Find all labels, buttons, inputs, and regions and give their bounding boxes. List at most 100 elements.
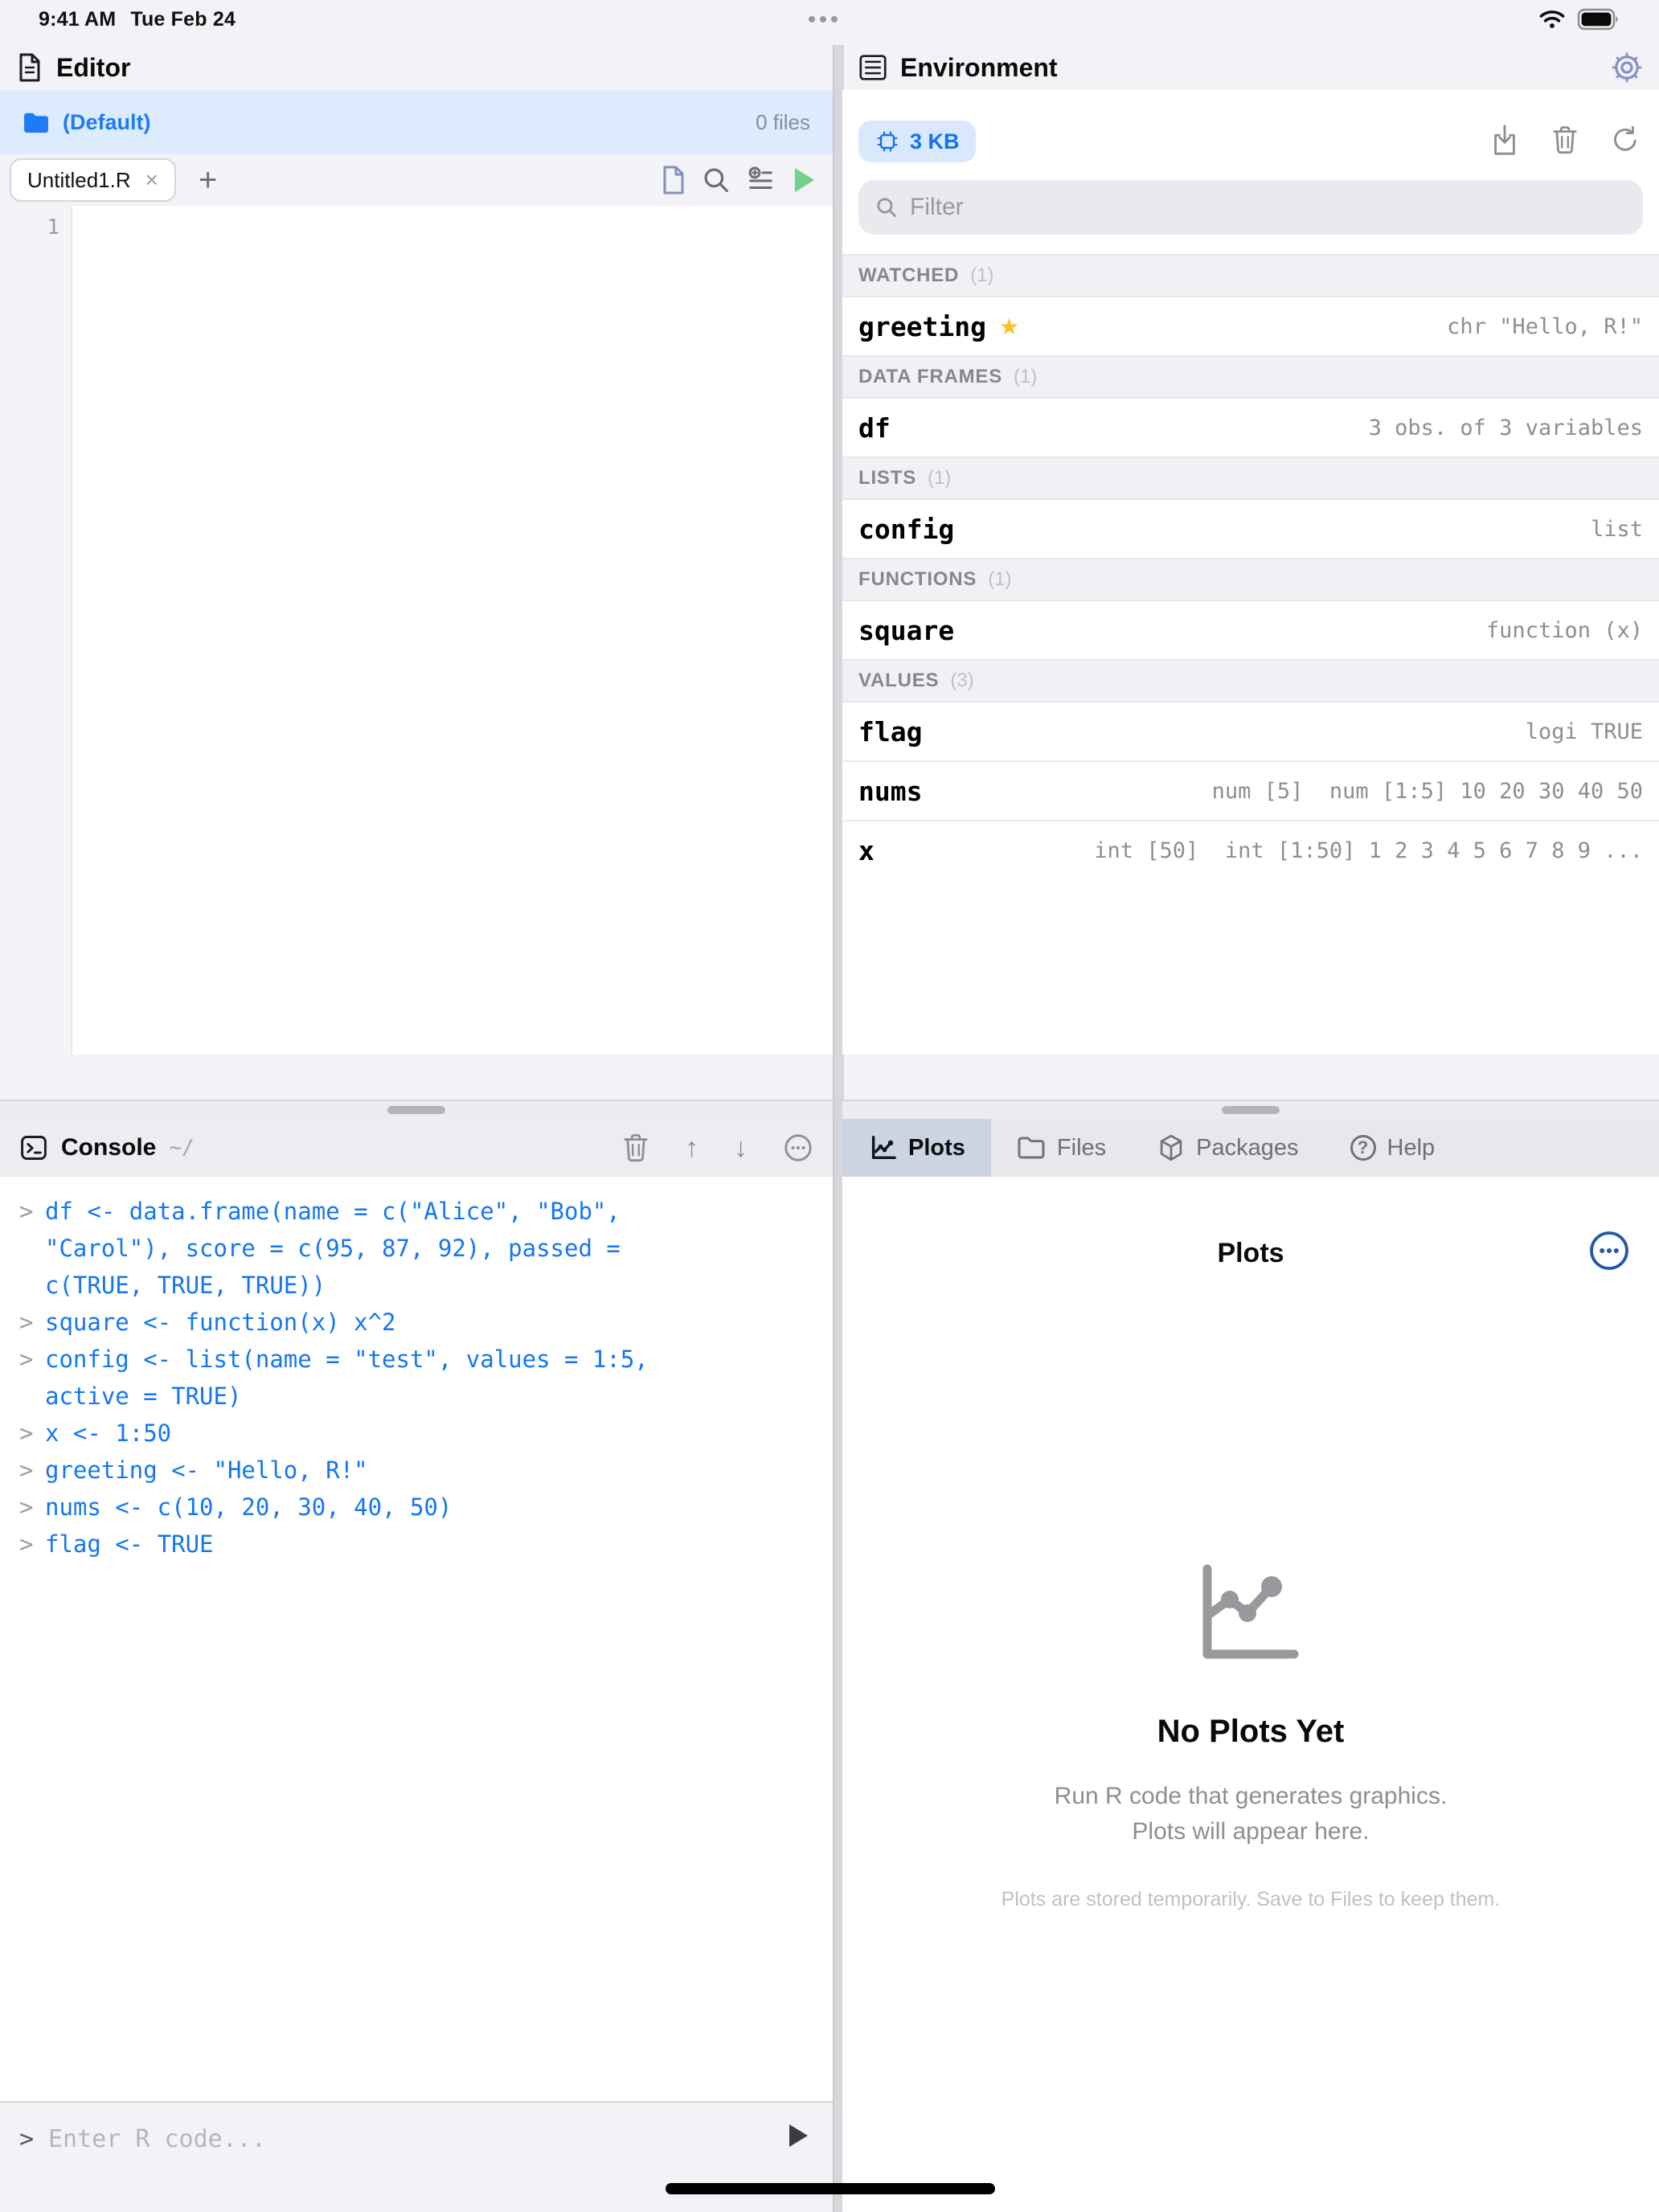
console-actions: ↑ ↓: [622, 1133, 813, 1164]
files-tab-icon: [1017, 1136, 1046, 1160]
document-icon: [16, 52, 43, 83]
clear-console-icon[interactable]: [622, 1133, 649, 1163]
watched-star-icon: ★: [999, 313, 1019, 340]
packages-tab-icon: [1157, 1133, 1185, 1162]
variable-row-config[interactable]: config list: [842, 500, 1659, 558]
tab-files[interactable]: Files: [991, 1119, 1132, 1177]
battery-icon: [1577, 8, 1620, 31]
status-clock: 9:41 AM Tue Feb 24: [39, 8, 250, 31]
workspace-row[interactable]: (Default) 0 files: [0, 90, 833, 154]
section-values: VALUES (3): [842, 659, 1659, 703]
memory-size: 3 KB: [910, 129, 960, 154]
console-line: >config <- list(name = "test", values = …: [19, 1341, 823, 1378]
plots-empty-state: No Plots Yet Run R code that generates g…: [842, 1563, 1659, 1911]
status-indicators: [1538, 8, 1620, 31]
line-number: 1: [47, 215, 59, 240]
plots-tab-icon: [868, 1133, 897, 1162]
editor-title: Editor: [56, 53, 130, 83]
tab-label: Untitled1.R: [27, 168, 131, 193]
search-icon[interactable]: [701, 165, 731, 195]
empty-chart-icon: [1193, 1563, 1309, 1665]
console-line: "Carol"), score = c(95, 87, 92), passed …: [19, 1230, 823, 1267]
history-up-icon[interactable]: ↑: [685, 1133, 698, 1164]
variable-row-greeting[interactable]: greeting ★ chr "Hello, R!": [842, 297, 1659, 355]
code-editor[interactable]: 1: [0, 206, 833, 1055]
tab-packages[interactable]: Packages: [1132, 1119, 1324, 1177]
variable-row-square[interactable]: square function (x): [842, 601, 1659, 659]
run-file-icon[interactable]: [791, 166, 817, 195]
variable-row-x[interactable]: x int [50] int [1:50] 1 2 3 4 5 6 7 8 9 …: [842, 820, 1659, 879]
console-input-bar: > Enter R code...: [0, 2101, 833, 2212]
editor-gutter: 1: [0, 206, 72, 1055]
plots-more-icon[interactable]: [1588, 1230, 1630, 1272]
tab-untitled1[interactable]: Untitled1.R ×: [10, 158, 176, 202]
variable-row-nums[interactable]: nums num [5] num [1:5] 10 20 30 40 50: [842, 760, 1659, 820]
variable-row-flag[interactable]: flag logi TRUE: [842, 703, 1659, 760]
export-icon[interactable]: [1490, 124, 1519, 156]
tab-help[interactable]: ? Help: [1325, 1119, 1461, 1177]
environment-title: Environment: [900, 53, 1058, 83]
history-down-icon[interactable]: ↓: [734, 1133, 748, 1164]
section-lists: LISTS (1): [842, 457, 1659, 500]
workspace-label: (Default): [63, 110, 151, 135]
empty-state-description: Run R code that generates graphics. Plot…: [842, 1779, 1659, 1849]
console-line: >flag <- TRUE: [19, 1526, 823, 1563]
run-code-icon[interactable]: [786, 2122, 810, 2149]
tab-label: Files: [1057, 1135, 1106, 1161]
new-file-icon[interactable]: [661, 165, 686, 195]
environment-plots-pane: Environment 3 KB: [842, 45, 1659, 2212]
outline-add-icon[interactable]: [746, 165, 776, 195]
filter-search-icon: [875, 195, 899, 219]
plots-panel: Plots No Plots Yet Run R code that gener…: [842, 1177, 1659, 2212]
console-path: ~/: [169, 1136, 194, 1160]
tab-label: Packages: [1196, 1135, 1298, 1161]
section-data-frames: DATA FRAMES (1): [842, 355, 1659, 399]
terminal-icon: [19, 1133, 48, 1162]
console-output[interactable]: >df <- data.frame(name = c("Alice", "Bob…: [0, 1177, 833, 2103]
memory-chip-icon: [875, 129, 900, 154]
console-line: >nums <- c(10, 20, 30, 40, 50): [19, 1489, 823, 1526]
status-date: Tue Feb 24: [130, 8, 236, 31]
splitter-handle[interactable]: [1222, 1106, 1280, 1114]
environment-header: Environment: [842, 45, 1659, 90]
environment-settings-icon[interactable]: [1611, 51, 1643, 84]
plots-panel-title: Plots: [842, 1238, 1659, 1269]
console-line: >greeting <- "Hello, R!": [19, 1452, 823, 1489]
editor-header: Editor: [0, 45, 833, 90]
tab-plots[interactable]: Plots: [842, 1119, 991, 1177]
empty-state-title: No Plots Yet: [842, 1714, 1659, 1750]
console-header: Console ~/ ↑ ↓: [0, 1119, 833, 1178]
editor-actions: [661, 165, 826, 195]
console-line: >square <- function(x) x^2: [19, 1304, 823, 1341]
environment-filter-input[interactable]: Filter: [858, 180, 1643, 235]
section-functions: FUNCTIONS (1): [842, 558, 1659, 601]
editor-console-pane: Editor (Default) 0 files Untitled1.R × +: [0, 45, 833, 2212]
tab-close-icon[interactable]: ×: [145, 169, 158, 191]
splitter-handle[interactable]: [387, 1106, 445, 1114]
clear-environment-icon[interactable]: [1551, 125, 1579, 155]
memory-badge[interactable]: 3 KB: [858, 121, 976, 162]
console-line: active = TRUE): [19, 1378, 823, 1415]
console-line: >df <- data.frame(name = c("Alice", "Bob…: [19, 1193, 823, 1230]
section-watched: WATCHED (1): [842, 254, 1659, 297]
console-line: c(TRUE, TRUE, TRUE)): [19, 1267, 823, 1304]
editor-tab-bar: Untitled1.R × +: [0, 154, 833, 207]
environment-actions: [1490, 124, 1640, 156]
tab-label: Help: [1387, 1135, 1436, 1161]
console-input[interactable]: Enter R code...: [48, 2125, 266, 2153]
panel-tab-bar: Plots Files Packages ? Help: [842, 1119, 1659, 1178]
variable-row-df[interactable]: df 3 obs. of 3 variables: [842, 399, 1659, 457]
home-indicator[interactable]: [666, 2183, 995, 2194]
console-title: Console: [61, 1134, 156, 1161]
console-line: >x <- 1:50: [19, 1415, 823, 1452]
refresh-icon[interactable]: [1611, 125, 1640, 155]
folder-icon: [23, 111, 50, 133]
console-more-icon[interactable]: [783, 1133, 813, 1163]
multitasking-dots-icon[interactable]: [809, 16, 838, 23]
new-tab-button[interactable]: +: [199, 162, 217, 199]
environment-toolbar: 3 KB: [842, 90, 1659, 254]
environment-list: WATCHED (1) greeting ★ chr "Hello, R!" D…: [842, 254, 1659, 1055]
status-time: 9:41 AM: [39, 8, 116, 31]
status-bar: 9:41 AM Tue Feb 24: [0, 0, 1659, 45]
help-tab-icon: ?: [1350, 1135, 1376, 1161]
